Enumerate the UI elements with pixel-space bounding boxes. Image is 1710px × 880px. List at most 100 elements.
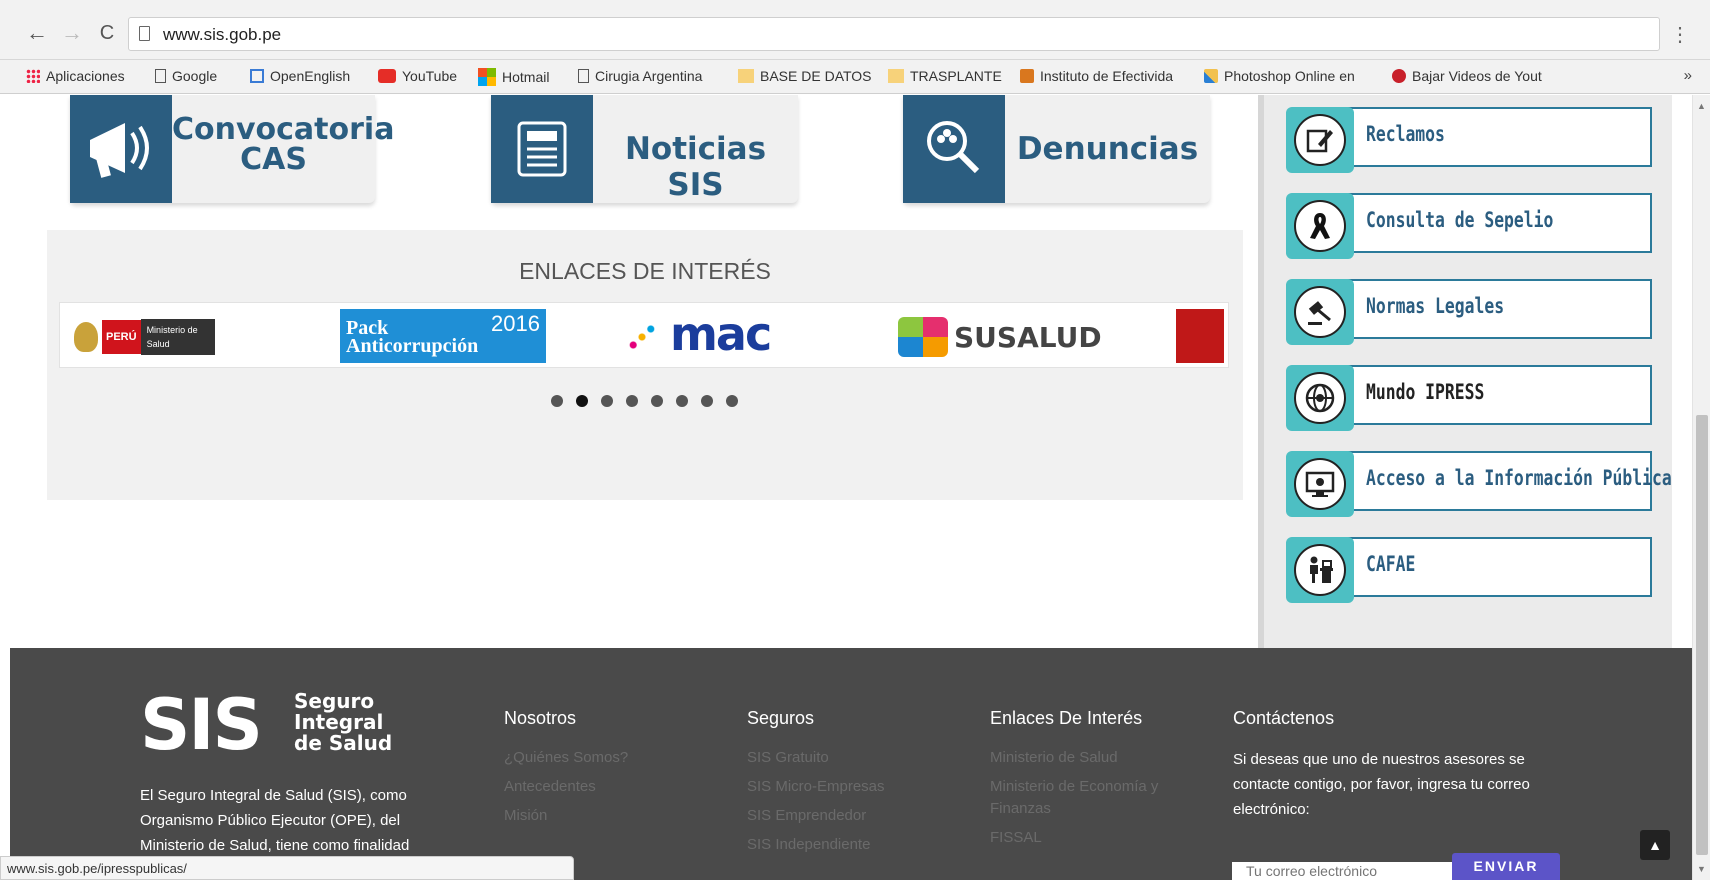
- footer-link[interactable]: SIS Independiente: [747, 834, 885, 856]
- send-button[interactable]: ENVIAR: [1452, 853, 1560, 880]
- footer-link[interactable]: SIS Emprendedor: [747, 805, 885, 827]
- carousel-dot[interactable]: [676, 395, 688, 407]
- footer-link[interactable]: Misión: [504, 805, 628, 827]
- partial-logo[interactable]: [1176, 309, 1224, 363]
- address-bar[interactable]: www.sis.gob.pe: [128, 17, 1660, 51]
- forward-arrow-icon[interactable]: →: [61, 22, 83, 44]
- quick-link-label-2: CAS: [240, 142, 307, 177]
- footer-link[interactable]: FISSAL: [990, 827, 1190, 849]
- footer-link[interactable]: Ministerio de Economía y Finanzas: [990, 776, 1190, 820]
- page-icon: [578, 69, 589, 83]
- sidebar-item-label: CAFAE: [1366, 552, 1416, 576]
- sidebar-item-acceso-informacion[interactable]: Acceso a la Información Pública: [1286, 451, 1672, 517]
- bookmark-youtube[interactable]: YouTube: [378, 68, 457, 84]
- sidebar-item-normas[interactable]: Normas Legales: [1286, 279, 1652, 345]
- more-bookmarks-icon[interactable]: »: [1684, 67, 1692, 84]
- windows-icon: [478, 68, 496, 86]
- footer-link[interactable]: SIS Gratuito: [747, 747, 885, 769]
- peru-minsa-logo[interactable]: PERÚ Ministerio de Salud: [74, 319, 240, 355]
- footer-link[interactable]: ¿Quiénes Somos?: [504, 747, 628, 769]
- bookmark-hotmail[interactable]: Hotmail: [478, 68, 549, 86]
- quick-link-convocatoria[interactable]: Convocatoria CAS: [70, 95, 394, 203]
- scroll-down-icon[interactable]: ▼: [1697, 864, 1706, 874]
- page-scrollbar[interactable]: ▲ ▼: [1692, 95, 1710, 880]
- footer-col-title: Nosotros: [504, 708, 577, 728]
- bookmark-google[interactable]: Google: [155, 68, 217, 84]
- bookmarks-bar: Aplicaciones Google OpenEnglish YouTube …: [0, 60, 1710, 94]
- bookmark-cirugia[interactable]: Cirugia Argentina: [578, 68, 702, 84]
- footer-link[interactable]: SIS Micro-Empresas: [747, 776, 885, 798]
- megaphone-icon: [70, 95, 172, 203]
- ribbon-icon-bg: [1286, 193, 1354, 259]
- page-content: Convocatoria CAS Noticias SIS Denuncias …: [0, 95, 1692, 880]
- carousel-dot[interactable]: [626, 395, 638, 407]
- scroll-up-icon[interactable]: ▲: [1697, 101, 1706, 111]
- sidebar-item-reclamos[interactable]: Reclamos: [1286, 107, 1652, 173]
- sidebar-item-cafae[interactable]: CAFAE: [1286, 537, 1652, 603]
- ribbon-icon: [1294, 200, 1346, 252]
- edit-icon-bg: [1286, 107, 1354, 173]
- bookmark-instituto[interactable]: Instituto de Efectivida: [1020, 68, 1173, 84]
- url-text[interactable]: www.sis.gob.pe: [163, 25, 281, 45]
- scroll-thumb[interactable]: [1696, 415, 1708, 855]
- sis-logo[interactable]: SIS: [140, 690, 263, 760]
- folder-icon: [738, 69, 754, 83]
- footer-col-nosotros: Nosotros ¿Quiénes Somos? Antecedentes Mi…: [504, 708, 628, 834]
- bookmark-label: YouTube: [402, 68, 458, 84]
- bookmark-label: Bajar Videos de Yout: [1412, 68, 1542, 84]
- mac-burst-icon: [620, 317, 664, 357]
- scroll-to-top-button[interactable]: ▲: [1640, 830, 1670, 860]
- logo-text: Pack Anticorrupción: [346, 317, 479, 357]
- chevron-up-icon: ▲: [1648, 837, 1662, 853]
- carousel-dot[interactable]: [601, 395, 613, 407]
- carousel-dot[interactable]: [551, 395, 563, 407]
- carousel-dot[interactable]: [726, 395, 738, 407]
- mac-logo[interactable]: mac: [620, 311, 800, 361]
- carousel-dots: [551, 395, 738, 407]
- logo-text: PERÚ: [102, 320, 141, 354]
- bookmark-label: BASE DE DATOS: [760, 68, 872, 84]
- email-input[interactable]: [1232, 862, 1452, 880]
- bookmark-label: Hotmail: [502, 69, 550, 85]
- sidebar-item-label: Normas Legales: [1366, 294, 1505, 318]
- footer-link[interactable]: Ministerio de Salud: [990, 747, 1190, 769]
- page-icon: [139, 26, 150, 41]
- site-icon: [1020, 69, 1034, 83]
- desk-person-icon-bg: [1286, 537, 1354, 603]
- logo-text: SUSALUD: [954, 321, 1102, 354]
- reload-icon[interactable]: C: [96, 22, 118, 44]
- search-people-icon: [903, 95, 1005, 203]
- back-arrow-icon[interactable]: ←: [26, 22, 48, 44]
- bookmark-aplicaciones[interactable]: Aplicaciones: [26, 68, 125, 84]
- bookmark-label: Cirugia Argentina: [595, 68, 703, 84]
- bookmark-base-de-datos[interactable]: BASE DE DATOS: [738, 68, 872, 84]
- carousel-dot[interactable]: [651, 395, 663, 407]
- pack-anticorrupcion-logo[interactable]: Pack Anticorrupción 2016: [340, 309, 546, 363]
- sis-logo-subtitle: Seguro Integral de Salud: [294, 691, 392, 754]
- quick-link-denuncias[interactable]: Denuncias: [903, 95, 1210, 203]
- bookmark-bajar-videos[interactable]: Bajar Videos de Yout: [1392, 68, 1542, 84]
- quick-link-noticias[interactable]: Noticias SIS: [491, 95, 798, 203]
- desk-person-icon: [1294, 544, 1346, 596]
- carousel-dot[interactable]: [576, 395, 588, 407]
- footer-link[interactable]: Antecedentes: [504, 776, 628, 798]
- bookmark-label: TRASPLANTE: [910, 68, 1002, 84]
- monitor-gear-icon: [1294, 458, 1346, 510]
- sidebar-item-label: Consulta de Sepelio: [1366, 208, 1554, 232]
- footer-col-title: Seguros: [747, 708, 815, 728]
- site-icon: [1392, 69, 1406, 83]
- contact-text: Si deseas que uno de nuestros asesores s…: [1233, 751, 1530, 818]
- logo-sub-line: de Salud: [294, 731, 393, 755]
- susalud-logo[interactable]: SUSALUD: [898, 317, 1102, 357]
- youtube-icon: [378, 69, 396, 83]
- bookmark-photoshop[interactable]: Photoshop Online en: [1204, 68, 1355, 84]
- bookmark-label: Aplicaciones: [46, 68, 125, 84]
- carousel-dot[interactable]: [701, 395, 713, 407]
- bookmark-trasplante[interactable]: TRASPLANTE: [888, 68, 1002, 84]
- sidebar-item-label: Acceso a la Información Pública: [1366, 466, 1672, 490]
- menu-kebab-icon[interactable]: ⋮: [1670, 22, 1690, 47]
- sidebar-item-mundo-ipress[interactable]: Mundo IPRESS: [1286, 365, 1652, 431]
- footer-col-seguros: Seguros SIS Gratuito SIS Micro-Empresas …: [747, 708, 885, 863]
- bookmark-openenglish[interactable]: OpenEnglish: [250, 68, 350, 84]
- sidebar-item-sepelio[interactable]: Consulta de Sepelio: [1286, 193, 1652, 259]
